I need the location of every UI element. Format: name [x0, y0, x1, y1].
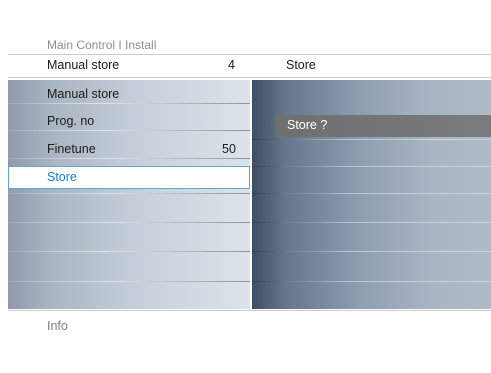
store-confirm-option[interactable]: Store ? — [275, 115, 491, 137]
menu-divider — [8, 193, 250, 194]
menu-item-store-label: Store — [47, 170, 77, 184]
menu-divider — [8, 222, 250, 223]
option-divider — [252, 251, 491, 252]
option-divider — [252, 222, 491, 223]
breadcrumb: Main Control I Install — [47, 38, 157, 52]
menu-divider — [8, 158, 250, 159]
option-divider — [252, 193, 491, 194]
info-label: Info — [47, 319, 68, 333]
menu-divider — [8, 281, 250, 282]
header-label: Manual store — [47, 58, 120, 72]
menu-item-prog-no[interactable]: Prog. no — [47, 114, 94, 128]
footer-divider — [8, 310, 491, 311]
option-panel: Store ? — [252, 80, 491, 309]
menu-divider — [8, 251, 250, 252]
option-divider — [252, 139, 491, 140]
finetune-value: 50 — [222, 142, 236, 156]
option-divider — [252, 166, 491, 167]
menu-divider — [8, 103, 250, 104]
store-confirm-label: Store ? — [287, 118, 328, 132]
header-row: Manual store 4 Store — [8, 54, 491, 78]
menu-item-manual-store[interactable]: Manual store — [47, 87, 119, 101]
menu-panel: Manual store Prog. no Finetune 50 Store — [8, 80, 250, 309]
menu-item-store-selected[interactable]: Store — [8, 166, 250, 189]
menu-item-finetune[interactable]: Finetune — [47, 142, 96, 156]
option-divider — [252, 281, 491, 282]
header-value: 4 — [228, 58, 235, 72]
right-panel-title: Store — [286, 58, 316, 72]
menu-divider — [8, 130, 250, 131]
